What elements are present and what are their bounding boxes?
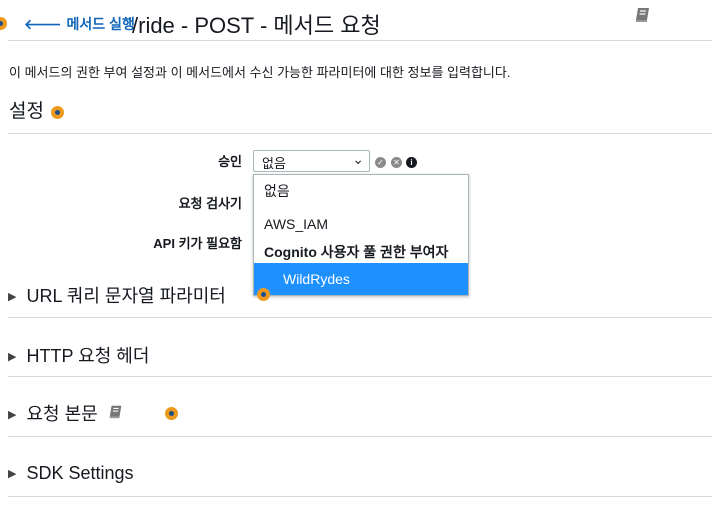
caret-down-icon: ⌄: [352, 151, 364, 167]
section-label: HTTP 요청 헤더: [26, 346, 150, 366]
authorization-select[interactable]: 없음 ⌄: [253, 150, 370, 172]
dropdown-option-wildrydes[interactable]: WildRydes: [254, 263, 468, 295]
section-label: URL 쿼리 문자열 파라미터: [26, 286, 226, 306]
request-validator-label: 요청 검사기: [178, 196, 242, 211]
back-link-label: 메서드 실행: [66, 16, 135, 32]
api-key-required-label: API 키가 필요함: [153, 236, 242, 251]
triangle-right-icon: ▶: [8, 291, 17, 303]
remove-icon[interactable]: ✕: [391, 157, 402, 168]
settings-heading: 설정: [9, 96, 65, 123]
sdk-settings-section[interactable]: ▶ SDK Settings: [8, 463, 134, 484]
back-to-method-execution-link[interactable]: 🡐 메서드 실행: [24, 14, 135, 34]
info-dot-icon[interactable]: [51, 106, 65, 120]
triangle-right-icon: ▶: [8, 409, 17, 421]
header-divider: [8, 40, 712, 41]
check-icon[interactable]: ✓: [375, 157, 386, 168]
page-title: /ride - POST - 메서드 요청: [132, 13, 381, 38]
authorization-dropdown[interactable]: 없음 AWS_IAM Cognito 사용자 풀 권한 부여자 WildRyde…: [253, 174, 469, 296]
info-icon[interactable]: i: [406, 157, 417, 168]
triangle-right-icon: ▶: [8, 351, 17, 363]
authorization-label: 승인: [218, 154, 242, 169]
section-divider: [8, 376, 712, 377]
section-divider: [8, 317, 712, 318]
section-label: SDK Settings: [26, 463, 134, 483]
settings-divider: [8, 133, 712, 134]
section-divider: [8, 436, 712, 437]
http-request-headers-section[interactable]: ▶ HTTP 요청 헤더: [8, 342, 149, 368]
book-icon[interactable]: [634, 6, 652, 29]
info-dot-icon[interactable]: [164, 407, 178, 421]
arrow-left-icon: 🡐: [24, 16, 62, 32]
section-label: 요청 본문: [26, 404, 98, 424]
dropdown-option-none[interactable]: 없음: [254, 175, 468, 207]
url-query-params-section[interactable]: ▶ URL 쿼리 문자열 파라미터: [8, 282, 226, 308]
section-divider: [8, 496, 712, 497]
settings-title: 설정: [9, 101, 44, 122]
book-icon[interactable]: [108, 404, 124, 425]
info-dot-icon[interactable]: [257, 288, 271, 302]
page-description: 이 메서드의 권한 부여 설정과 이 메서드에서 수신 가능한 파라미터에 대한…: [9, 65, 511, 80]
triangle-right-icon: ▶: [8, 468, 17, 480]
request-body-section[interactable]: ▶ 요청 본문: [8, 400, 98, 426]
authorization-select-value: 없음: [262, 156, 286, 171]
info-dot-icon[interactable]: [0, 17, 7, 31]
